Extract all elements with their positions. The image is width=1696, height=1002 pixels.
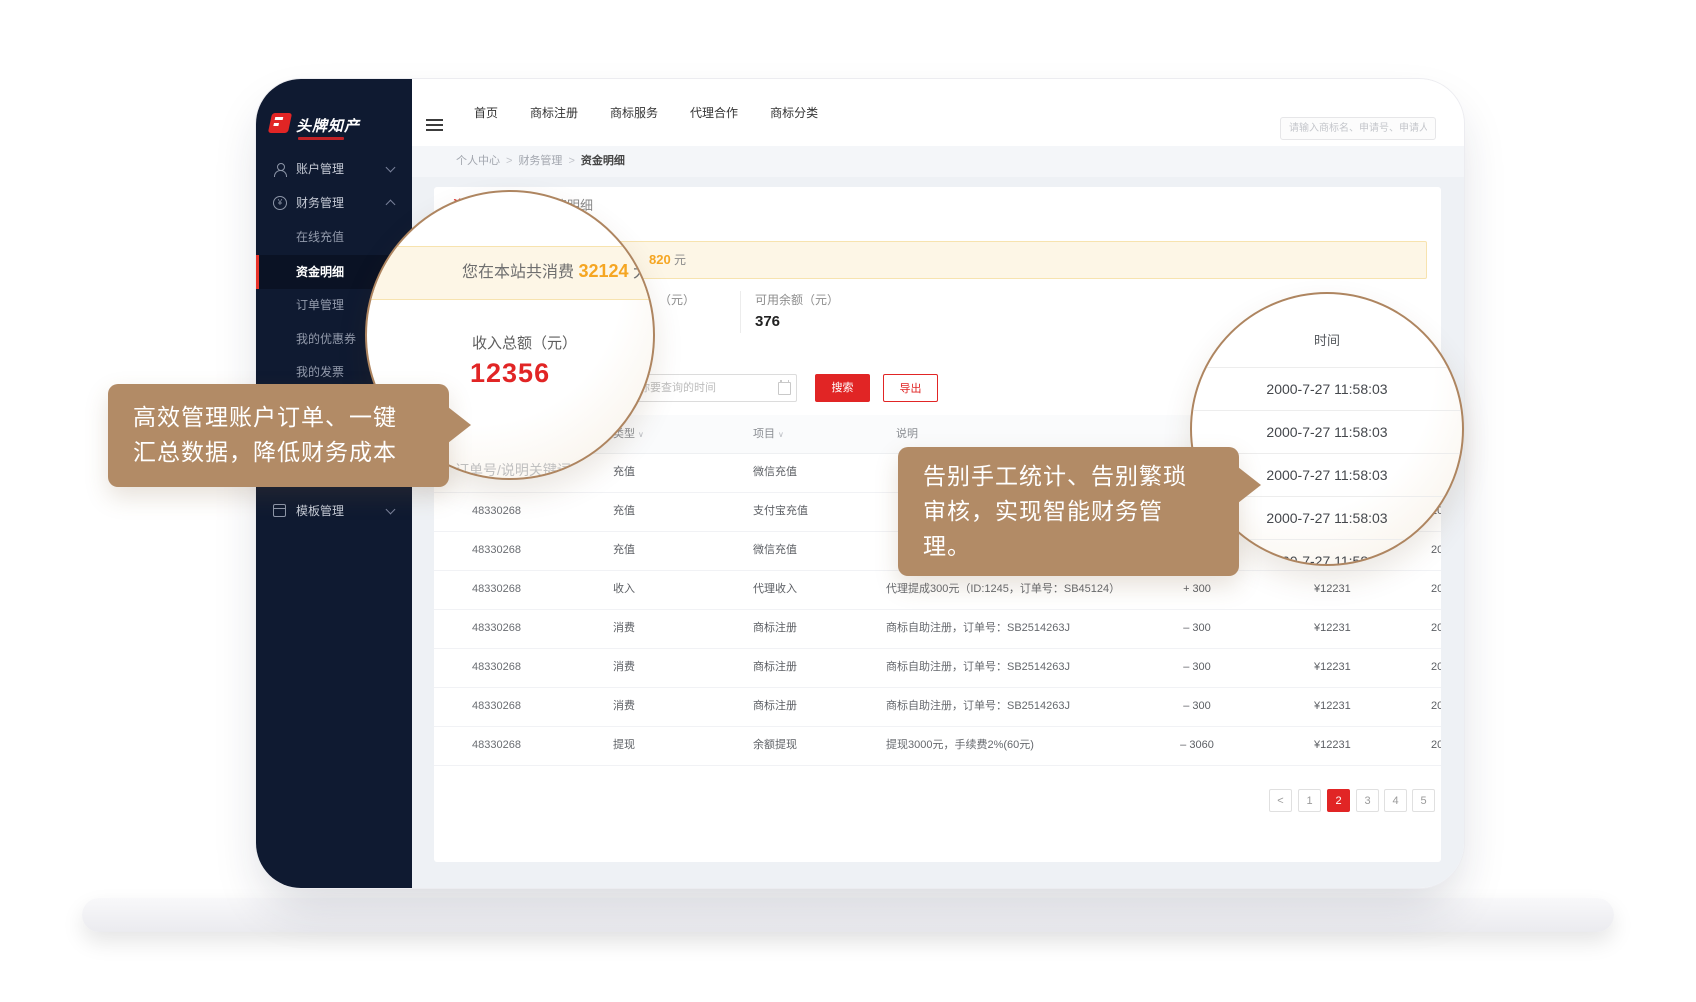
sort-caret-icon: ∨ — [638, 430, 644, 439]
consumption-banner-text: 820 元 — [649, 242, 686, 278]
chevron-up-icon — [386, 200, 396, 210]
brand-subtitle-decoration — [298, 137, 344, 140]
sidebar-item-finance[interactable]: ¥ 财务管理 — [256, 186, 412, 220]
nav-item-trademark-service[interactable]: 商标服务 — [610, 104, 658, 121]
table-row: 48330268 消费 商标注册 商标自助注册，订单号：SB2514263J –… — [434, 648, 1441, 688]
page: 头牌知产 账户管理 ¥ 财务管理 在线充值 资金明细 订单管理 — [0, 0, 1696, 1002]
sidebar-item-templates[interactable]: 模板管理 — [256, 494, 412, 528]
template-icon — [273, 504, 286, 517]
stats-divider — [740, 291, 741, 333]
nav-item-agent-cooperation[interactable]: 代理合作 — [690, 104, 738, 121]
expense-total-label: （元） — [659, 291, 695, 308]
table-header-project[interactable]: 项目∨ — [753, 415, 784, 454]
chevron-down-icon — [386, 505, 396, 515]
time-column-header: 时间 — [1192, 330, 1462, 349]
available-balance-label: 可用余额（元） — [755, 291, 839, 308]
sort-caret-icon: ∨ — [778, 430, 784, 439]
breadcrumb-item-finance[interactable]: 财务管理 — [518, 155, 562, 167]
trademark-search-input[interactable] — [1280, 117, 1436, 140]
income-total-label: 收入总额（元） — [472, 332, 577, 353]
nav-item-trademark-category[interactable]: 商标分类 — [770, 104, 818, 121]
table-row: 48330268 提现 余额提现 提现3000元，手续费2%(60元) – 30… — [434, 726, 1441, 766]
chevron-down-icon — [386, 163, 396, 173]
calendar-icon[interactable] — [778, 382, 791, 395]
finance-icon: ¥ — [273, 196, 287, 210]
nav-item-home[interactable]: 首页 — [474, 104, 498, 121]
breadcrumb-item-personal[interactable]: 个人中心 — [456, 155, 500, 167]
brand-icon — [268, 113, 292, 133]
topnav: 首页 商标注册 商标服务 代理合作 商标分类 — [412, 79, 1464, 147]
main-menu: 首页 商标注册 商标服务 代理合作 商标分类 — [474, 79, 818, 146]
breadcrumb-item-funds: 资金明细 — [581, 155, 625, 167]
page-1-button[interactable]: 1 — [1298, 789, 1321, 812]
laptop-base — [82, 898, 1614, 932]
callout-smart-finance: 告别手工统计、告别繁琐 审核，实现智能财务管 理。 — [898, 447, 1239, 576]
breadcrumb-bar: 个人中心>财务管理>资金明细 — [412, 146, 1464, 177]
nav-item-trademark-register[interactable]: 商标注册 — [530, 104, 578, 121]
callout-arrow-icon — [448, 407, 471, 443]
page-5-button[interactable]: 5 — [1412, 789, 1435, 812]
search-button[interactable]: 搜索 — [815, 374, 870, 402]
user-icon — [273, 162, 287, 176]
page-3-button[interactable]: 3 — [1356, 789, 1379, 812]
available-balance-value: 376 — [755, 313, 780, 330]
export-button[interactable]: 导出 — [883, 374, 938, 402]
table-row: 48330268 消费 商标注册 商标自助注册，订单号：SB2514263J –… — [434, 609, 1441, 649]
income-total-value: 12356 — [470, 358, 550, 389]
callout-account-orders: 高效管理账户订单、一键 汇总数据，降低财务成本 — [108, 384, 449, 487]
page-2-button[interactable]: 2 — [1327, 789, 1350, 812]
page-prev-button[interactable]: < — [1269, 789, 1292, 812]
magnified-keyword-placeholder: 订单号/说明关键词 — [455, 460, 571, 480]
table-row: 48330268 收入 代理收入 代理提成300元（ID:1245，订单号：SB… — [434, 570, 1441, 610]
table-row: 48330268 消费 商标注册 商标自助注册，订单号：SB2514263J –… — [434, 687, 1441, 727]
callout-arrow-icon — [1238, 467, 1261, 503]
sidebar-item-account[interactable]: 账户管理 — [256, 152, 412, 186]
page-4-button[interactable]: 4 — [1384, 789, 1407, 812]
magnified-banner-text: 您在本站共消费 32124 大 — [462, 258, 649, 282]
brand-title: 头牌知产 — [296, 115, 360, 136]
hamburger-icon[interactable] — [426, 119, 443, 132]
breadcrumb: 个人中心>财务管理>资金明细 — [456, 146, 625, 177]
time-cell: 2000-7-27 11:58:03 — [1190, 367, 1464, 411]
